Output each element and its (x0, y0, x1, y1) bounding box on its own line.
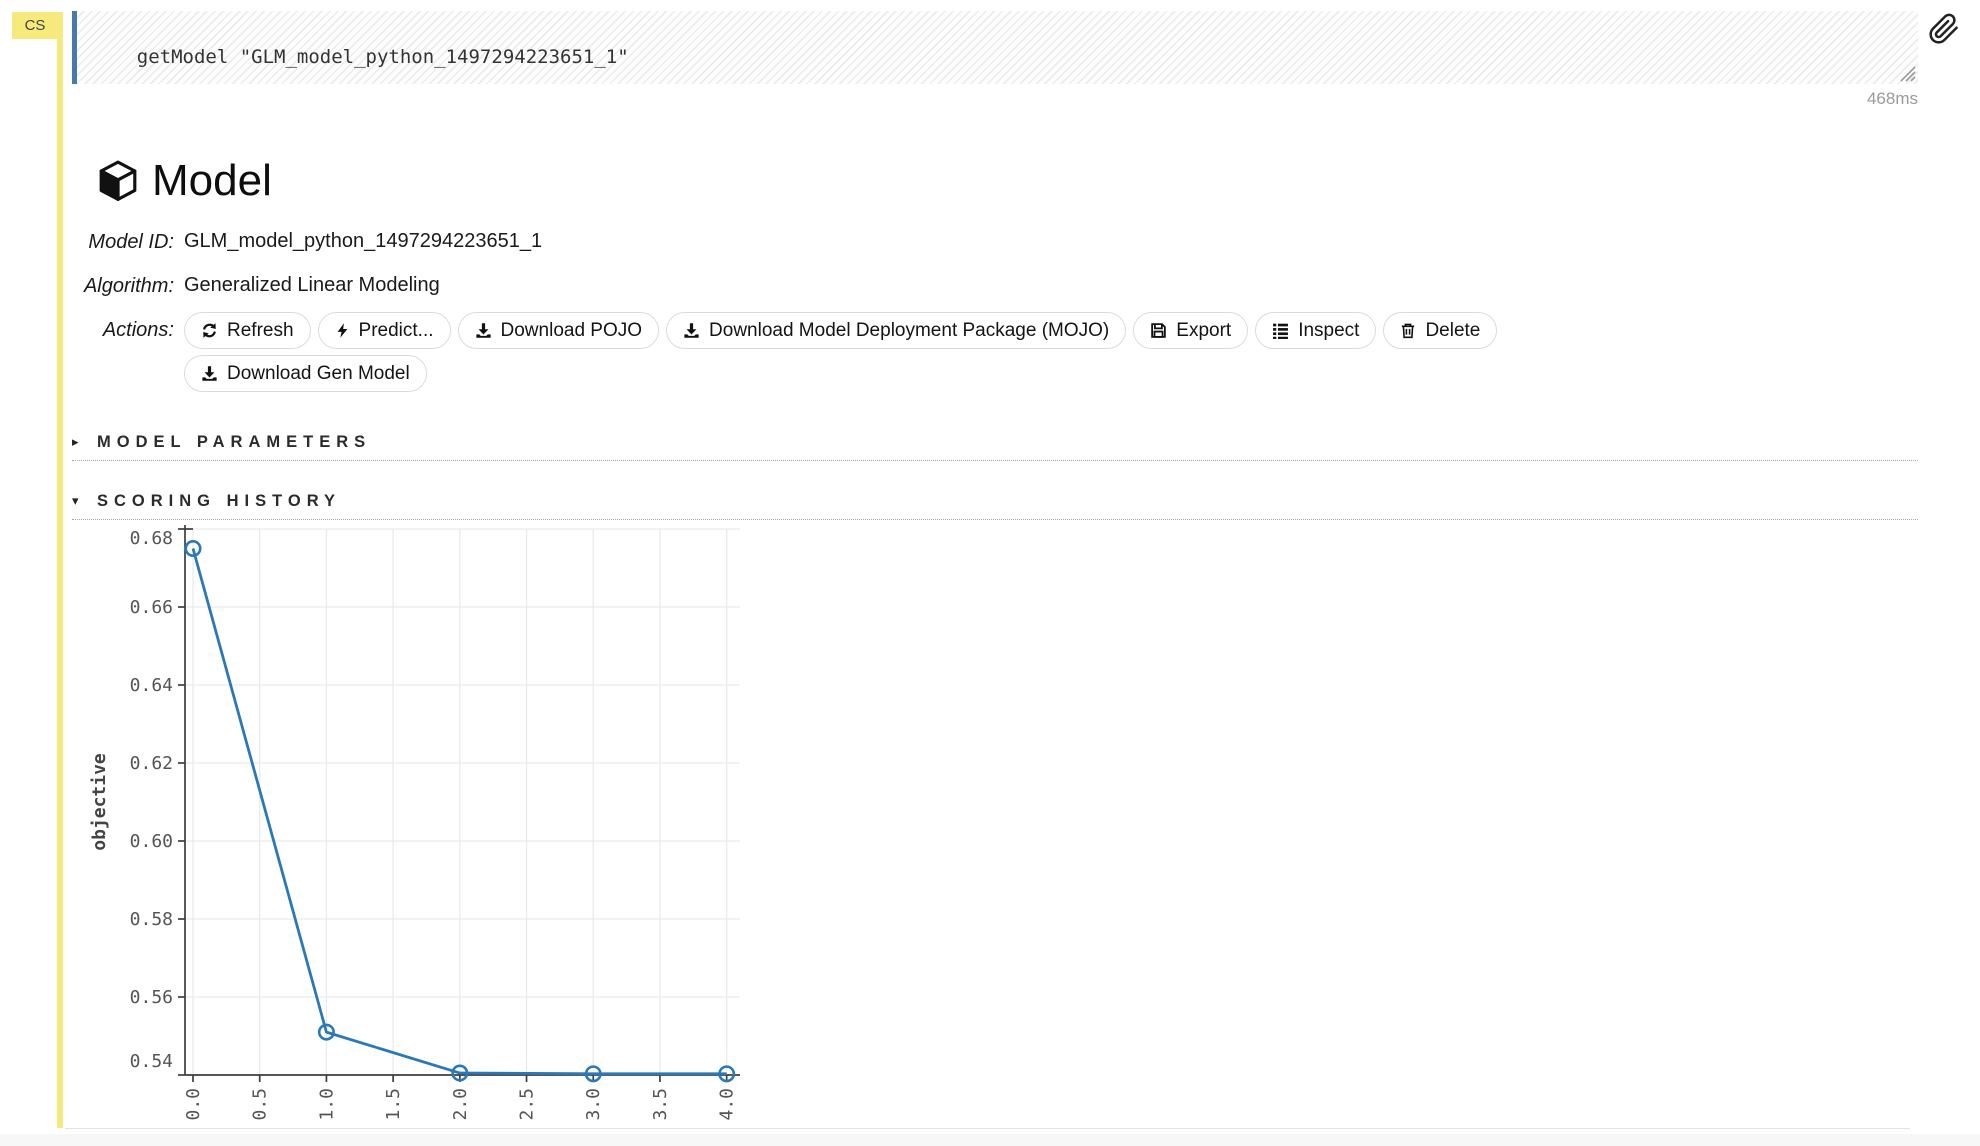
svg-text:3.5: 3.5 (650, 1088, 671, 1121)
page-title: Model (98, 159, 1918, 203)
actions-row-2: Download Gen Model (184, 355, 1918, 392)
download-mojo-button[interactable]: Download Model Deployment Package (MOJO) (666, 312, 1126, 349)
actions-row-1: Refresh Predict... Download POJO (184, 312, 1918, 349)
section-scoring-history[interactable]: ▾ SCORING HISTORY (72, 491, 1918, 520)
floppy-icon (1150, 322, 1167, 339)
svg-text:0.64: 0.64 (130, 675, 173, 696)
button-label: Inspect (1298, 320, 1359, 342)
paperclip-icon (1928, 13, 1960, 45)
svg-text:0.68: 0.68 (130, 528, 173, 549)
cube-icon (98, 160, 138, 202)
page-title-text: Model (152, 159, 272, 203)
svg-text:0.60: 0.60 (130, 831, 173, 852)
resize-handle-icon[interactable] (1895, 61, 1917, 83)
svg-text:0.0: 0.0 (183, 1088, 204, 1121)
cell-bottom-divider (65, 1128, 1910, 1129)
button-label: Export (1176, 320, 1231, 342)
download-icon (683, 322, 700, 339)
scoring-history-chart: 0.54 0.56 0.58 0.60 0.62 0.64 0.66 0.68 0.0 0.5 1.… (88, 523, 768, 1135)
section-label: SCORING HISTORY (97, 491, 341, 511)
svg-text:0.58: 0.58 (130, 909, 173, 930)
svg-text:0.56: 0.56 (130, 987, 173, 1008)
predict-button[interactable]: Predict... (318, 312, 451, 349)
cell-selection-bar (57, 12, 63, 1128)
actions-label: Actions: (72, 318, 174, 342)
svg-text:2.5: 2.5 (517, 1088, 538, 1121)
cell-flag-badge: CS (12, 12, 58, 39)
svg-text:0.5: 0.5 (250, 1088, 271, 1121)
svg-text:0.62: 0.62 (130, 753, 173, 774)
download-icon (201, 365, 218, 382)
algorithm-value: Generalized Linear Modeling (184, 274, 1918, 297)
button-label: Delete (1425, 320, 1480, 342)
svg-text:objective: objective (89, 753, 110, 851)
button-label: Download Gen Model (227, 363, 410, 385)
next-cell-area (0, 1134, 1980, 1146)
cell-input[interactable]: getModel "GLM_model_python_1497294223651… (72, 11, 1918, 84)
svg-text:1.5: 1.5 (383, 1088, 404, 1121)
svg-text:3.0: 3.0 (583, 1088, 604, 1121)
cell-input-text: getModel "GLM_model_python_1497294223651… (137, 46, 629, 68)
svg-text:4.0: 4.0 (717, 1088, 738, 1121)
execution-time: 468ms (72, 89, 1918, 109)
svg-text:2.0: 2.0 (450, 1088, 471, 1121)
delete-button[interactable]: Delete (1383, 312, 1497, 349)
download-gen-model-button[interactable]: Download Gen Model (184, 355, 427, 392)
collapsed-icon: ▸ (72, 432, 84, 452)
model-meta: Model ID: GLM_model_python_1497294223651… (72, 230, 1918, 398)
button-label: Refresh (227, 320, 294, 342)
list-icon (1272, 322, 1289, 339)
svg-text:1.0: 1.0 (316, 1088, 337, 1121)
algorithm-label: Algorithm: (72, 274, 174, 298)
download-icon (475, 322, 492, 339)
bolt-icon (335, 322, 350, 339)
button-label: Download POJO (501, 320, 643, 342)
svg-text:0.54: 0.54 (130, 1051, 173, 1072)
actions: Refresh Predict... Download POJO (184, 312, 1918, 398)
section-label: MODEL PARAMETERS (97, 432, 371, 452)
trash-icon (1400, 322, 1416, 339)
svg-text:0.66: 0.66 (130, 597, 173, 618)
flow-cell: getModel "GLM_model_python_1497294223651… (72, 11, 1918, 1135)
expanded-icon: ▾ (72, 491, 84, 511)
download-pojo-button[interactable]: Download POJO (458, 312, 660, 349)
button-label: Predict... (359, 320, 434, 342)
export-button[interactable]: Export (1133, 312, 1248, 349)
model-id-label: Model ID: (72, 230, 174, 254)
section-model-parameters[interactable]: ▸ MODEL PARAMETERS (72, 432, 1918, 461)
refresh-button[interactable]: Refresh (184, 312, 311, 349)
button-label: Download Model Deployment Package (MOJO) (709, 320, 1109, 342)
inspect-button[interactable]: Inspect (1255, 312, 1376, 349)
refresh-icon (201, 322, 218, 339)
model-id-value: GLM_model_python_1497294223651_1 (184, 230, 1918, 253)
